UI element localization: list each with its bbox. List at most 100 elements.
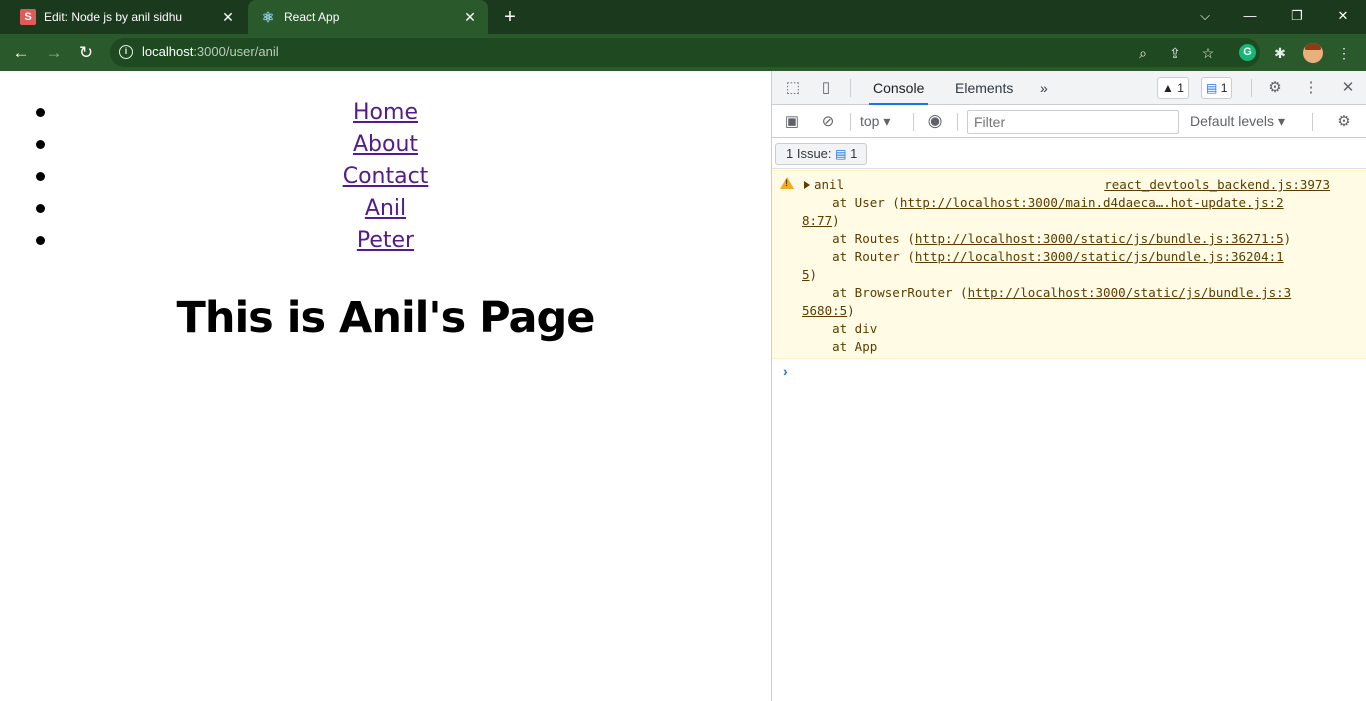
divider bbox=[913, 113, 914, 131]
zoom-icon[interactable]: ⌕ bbox=[1133, 43, 1153, 63]
chevron-down-icon: ▾ bbox=[1277, 113, 1285, 129]
stack-prefix: at User ( bbox=[802, 195, 900, 210]
inspect-element-icon[interactable]: ⬚ bbox=[783, 78, 803, 98]
divider bbox=[1312, 113, 1313, 131]
stack-line: 5) bbox=[802, 266, 817, 284]
tab-strip: S Edit: Node js by anil sidhu ✕ ⚛ React … bbox=[0, 0, 1366, 34]
grammarly-icon[interactable]: G bbox=[1239, 44, 1256, 61]
warnings-badge[interactable]: ▲ 1 bbox=[1157, 77, 1189, 99]
page-viewport: Home About Contact Anil Peter This is An… bbox=[0, 71, 771, 701]
forward-arrow-icon[interactable]: → bbox=[43, 42, 65, 64]
list-item: Anil bbox=[0, 193, 771, 225]
context-selector[interactable]: top ▾ bbox=[860, 113, 890, 130]
console-prompt-icon[interactable]: › bbox=[783, 363, 788, 379]
console-filter-bar: ▣ ⊘ top ▾ ◉ Default levels ▾ ⚙ bbox=[772, 106, 1366, 138]
close-tab-icon[interactable]: ✕ bbox=[220, 9, 236, 25]
extensions-icon[interactable]: ✱ bbox=[1270, 43, 1290, 63]
messages-badge[interactable]: ▤ 1 bbox=[1201, 77, 1233, 99]
stack-link[interactable]: 5680:5 bbox=[802, 303, 847, 318]
filter-input[interactable] bbox=[967, 110, 1179, 134]
log-source-link[interactable]: react_devtools_backend.js:3973 bbox=[1104, 177, 1330, 192]
new-tab-button[interactable]: + bbox=[500, 7, 520, 27]
stack-line: at App bbox=[802, 339, 878, 354]
close-tab-icon[interactable]: ✕ bbox=[462, 9, 478, 25]
close-window-button[interactable]: ✕ bbox=[1333, 6, 1353, 26]
minimize-button[interactable]: — bbox=[1240, 6, 1260, 26]
warning-icon: ▲ bbox=[1162, 81, 1174, 95]
stack-suffix: ) bbox=[809, 267, 818, 282]
stack-link[interactable]: 8:77 bbox=[802, 213, 832, 228]
list-item: Contact bbox=[0, 161, 771, 193]
stack-suffix: ) bbox=[1283, 231, 1292, 246]
stack-link[interactable]: http://localhost:3000/static/js/bundle.j… bbox=[968, 285, 1292, 300]
eye-icon[interactable]: ◉ bbox=[925, 111, 945, 131]
devtools-panel: ⬚ ▯ Console Elements » ▲ 1 ▤ 1 ⚙ ⋮ ✕ ▣ ⊘… bbox=[772, 71, 1366, 701]
console-warning-message[interactable]: anil react_devtools_backend.js:3973 at U… bbox=[772, 170, 1366, 359]
url-text[interactable]: localhost:3000/user/anil bbox=[142, 44, 279, 59]
nav-link-about[interactable]: About bbox=[353, 132, 418, 157]
url-host: localhost bbox=[142, 44, 194, 59]
stack-line: at Routes (http://localhost:3000/static/… bbox=[802, 230, 1291, 248]
close-icon[interactable]: ✕ bbox=[1338, 78, 1358, 98]
react-favicon-icon: ⚛ bbox=[261, 8, 275, 25]
log-levels-dropdown[interactable]: Default levels ▾ bbox=[1190, 113, 1285, 130]
nav-link-peter[interactable]: Peter bbox=[357, 228, 414, 253]
log-message: anil bbox=[814, 177, 845, 192]
stack-suffix: ) bbox=[832, 213, 840, 228]
sidebar-toggle-icon[interactable]: ▣ bbox=[782, 112, 802, 132]
stack-line: at User (http://localhost:3000/main.d4da… bbox=[802, 194, 1284, 212]
nav-list: Home About Contact Anil Peter bbox=[0, 97, 771, 257]
gear-icon[interactable]: ⚙ bbox=[1265, 78, 1285, 98]
divider bbox=[850, 79, 851, 97]
issues-count: 1 bbox=[850, 146, 858, 161]
tab-edit-node-js[interactable]: S Edit: Node js by anil sidhu ✕ bbox=[8, 0, 246, 34]
messages-count: 1 bbox=[1220, 81, 1228, 95]
profile-avatar[interactable] bbox=[1303, 43, 1323, 63]
info-icon[interactable]: i bbox=[119, 45, 133, 59]
context-label: top bbox=[860, 113, 880, 129]
star-icon[interactable]: ☆ bbox=[1198, 43, 1218, 63]
tab-title: React App bbox=[284, 10, 340, 24]
tab-console[interactable]: Console bbox=[869, 71, 929, 105]
stack-link[interactable]: http://localhost:3000/static/js/bundle.j… bbox=[915, 249, 1284, 264]
device-toolbar-icon[interactable]: ▯ bbox=[816, 78, 836, 98]
nav-link-anil[interactable]: Anil bbox=[365, 196, 406, 221]
share-icon[interactable]: ⇪ bbox=[1165, 43, 1185, 63]
kebab-menu-icon[interactable]: ⋮ bbox=[1334, 43, 1354, 63]
kebab-menu-icon[interactable]: ⋮ bbox=[1301, 78, 1321, 98]
gear-icon[interactable]: ⚙ bbox=[1334, 112, 1354, 132]
clear-console-icon[interactable]: ⊘ bbox=[818, 112, 838, 132]
issues-bar: 1 Issue: ▤ 1 bbox=[772, 139, 1366, 169]
stack-line: at div bbox=[802, 321, 878, 336]
tab-elements[interactable]: Elements bbox=[951, 71, 1017, 105]
stack-suffix: ) bbox=[847, 303, 855, 318]
reload-icon[interactable]: ↻ bbox=[75, 42, 97, 64]
issues-label: 1 Issue: bbox=[786, 146, 832, 161]
divider bbox=[1251, 79, 1252, 97]
tab-search-dropdown-icon[interactable]: ⌵ bbox=[1195, 6, 1215, 26]
stack-link[interactable]: 5 bbox=[802, 267, 810, 282]
stack-link[interactable]: http://localhost:3000/main.d4daeca….hot-… bbox=[900, 195, 1284, 210]
tab-title: Edit: Node js by anil sidhu bbox=[44, 10, 183, 24]
url-path: :3000/user/anil bbox=[193, 44, 279, 59]
chevron-down-icon: ▾ bbox=[883, 113, 891, 129]
expand-triangle-icon[interactable] bbox=[804, 181, 810, 189]
address-bar[interactable]: i localhost:3000/user/anil bbox=[110, 38, 1260, 67]
devtools-tabbar: ⬚ ▯ Console Elements » ▲ 1 ▤ 1 ⚙ ⋮ ✕ bbox=[772, 71, 1366, 105]
stack-line: at BrowserRouter (http://localhost:3000/… bbox=[802, 284, 1291, 302]
more-tabs-icon[interactable]: » bbox=[1036, 71, 1052, 105]
list-item: Peter bbox=[0, 225, 771, 257]
nav-link-home[interactable]: Home bbox=[353, 100, 418, 125]
list-item: Home bbox=[0, 97, 771, 129]
back-arrow-icon[interactable]: ← bbox=[10, 42, 32, 64]
stack-line: at Router (http://localhost:3000/static/… bbox=[802, 248, 1284, 266]
list-item: About bbox=[0, 129, 771, 161]
nav-link-contact[interactable]: Contact bbox=[343, 164, 429, 189]
issues-button[interactable]: 1 Issue: ▤ 1 bbox=[775, 143, 868, 165]
divider bbox=[850, 113, 851, 131]
stack-link[interactable]: http://localhost:3000/static/js/bundle.j… bbox=[915, 231, 1284, 246]
stack-line: 8:77) bbox=[802, 212, 840, 230]
tab-react-app[interactable]: ⚛ React App ✕ bbox=[248, 0, 488, 34]
page-title: This is Anil's Page bbox=[176, 293, 596, 343]
restore-button[interactable]: ❐ bbox=[1287, 6, 1307, 26]
